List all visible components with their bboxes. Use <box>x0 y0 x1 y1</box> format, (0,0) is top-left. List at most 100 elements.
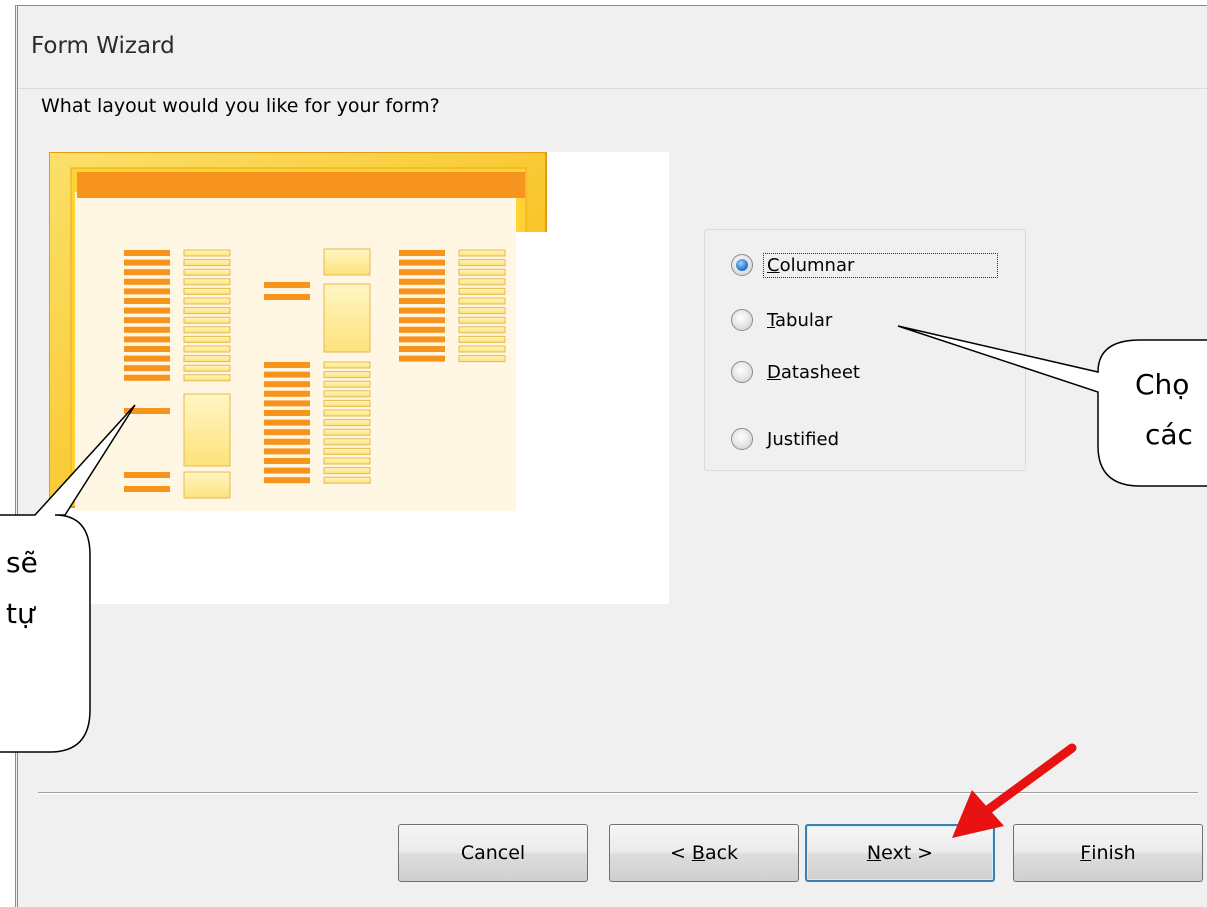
preview-field-shape <box>183 316 231 324</box>
preview-field-shape <box>399 346 445 352</box>
preview-field-shape <box>124 269 170 276</box>
preview-field-shape <box>124 374 170 381</box>
preview-field-shape <box>399 307 445 314</box>
preview-field-shape <box>264 429 310 436</box>
radio-button-justified[interactable] <box>731 428 753 450</box>
preview-field-shape <box>264 477 310 484</box>
radio-label-columnar[interactable]: Columnar <box>763 252 998 278</box>
radio-button-columnar[interactable] <box>731 254 753 276</box>
radio-button-tabular[interactable] <box>731 309 753 331</box>
layout-options-group: Columnar Tabular Datasheet Justified <box>704 229 1026 471</box>
preview-field-shape <box>323 419 371 427</box>
preview-field-shape <box>399 269 445 276</box>
preview-field-shape <box>458 268 506 276</box>
preview-field-shape <box>323 380 371 388</box>
preview-field-shape <box>323 371 371 379</box>
preview-field-shape <box>124 408 170 414</box>
preview-field-shape <box>183 374 231 382</box>
radio-justified[interactable]: Justified <box>731 425 843 453</box>
right-callout-line-1: Chọ <box>1135 368 1190 401</box>
radio-columnar[interactable]: Columnar <box>731 251 998 279</box>
preview-field-shape <box>323 390 371 398</box>
preview-field-shape <box>183 307 231 315</box>
preview-field-shape <box>183 278 231 286</box>
preview-field-shape <box>183 287 231 295</box>
layout-question: What layout would you like for your form… <box>41 95 440 117</box>
preview-field-shape <box>458 297 506 305</box>
preview-field-shape <box>458 345 506 353</box>
preview-field-shape <box>124 365 170 372</box>
preview-field-shape <box>323 361 371 369</box>
preview-field-shape <box>458 355 506 363</box>
preview-field-shape <box>124 250 170 256</box>
preview-field-shape <box>458 335 506 343</box>
preview-field-shape <box>323 447 371 455</box>
preview-field-shape <box>458 326 506 334</box>
preview-field-shape <box>458 259 506 267</box>
preview-field-shape <box>323 409 371 417</box>
preview-field-shape <box>264 371 310 378</box>
footer-separator <box>38 792 1198 794</box>
preview-field-shape <box>264 390 310 397</box>
radio-label-datasheet[interactable]: Datasheet <box>763 360 864 385</box>
preview-field-shape <box>264 438 310 445</box>
preview-field-shape <box>323 399 371 407</box>
preview-field-shape <box>124 486 170 492</box>
preview-field-shape <box>183 364 231 372</box>
layout-preview <box>49 152 669 604</box>
preview-field-shape <box>264 448 310 455</box>
radio-button-datasheet[interactable] <box>731 361 753 383</box>
preview-field-shape <box>124 472 170 478</box>
preview-field-shape <box>183 355 231 363</box>
left-callout-line-2: tự <box>6 597 35 630</box>
preview-field-shape <box>183 471 231 499</box>
preview-field-shape <box>264 400 310 407</box>
dialog-title: Form Wizard <box>31 33 175 59</box>
preview-field-shape <box>124 278 170 285</box>
preview-field-shape <box>323 248 371 276</box>
preview-field-shape <box>183 297 231 305</box>
preview-field-shape <box>124 326 170 333</box>
preview-field-shape <box>399 298 445 304</box>
preview-field-shape <box>458 278 506 286</box>
cancel-button[interactable]: Cancel <box>398 824 588 882</box>
form-wizard-dialog: Form Wizard What layout would you like f… <box>15 5 1207 907</box>
preview-field-shape <box>399 288 445 295</box>
preview-field-shape <box>399 317 445 324</box>
next-button[interactable]: Next > <box>805 824 995 882</box>
back-button[interactable]: < Back <box>609 824 799 882</box>
finish-button[interactable]: Finish <box>1013 824 1203 882</box>
preview-field-shape <box>124 288 170 295</box>
radio-label-tabular[interactable]: Tabular <box>763 308 836 333</box>
preview-field-shape <box>458 287 506 295</box>
preview-field-shape <box>323 467 371 475</box>
preview-field-shape <box>264 467 310 474</box>
preview-field-shape <box>124 307 170 314</box>
preview-field-shape <box>264 282 310 288</box>
preview-field-shape <box>264 362 310 368</box>
columnar-preview-image <box>49 152 669 604</box>
preview-field-shape <box>124 298 170 304</box>
preview-field-shape <box>183 268 231 276</box>
preview-field-shape <box>323 457 371 465</box>
preview-field-shape <box>124 355 170 362</box>
radio-datasheet[interactable]: Datasheet <box>731 358 864 386</box>
preview-field-shape <box>323 438 371 446</box>
radio-tabular[interactable]: Tabular <box>731 306 836 334</box>
radio-label-justified[interactable]: Justified <box>763 427 843 452</box>
preview-field-shape <box>323 428 371 436</box>
preview-field-shape <box>264 458 310 464</box>
preview-field-shape <box>183 393 231 467</box>
preview-field-shape <box>458 316 506 324</box>
preview-field-shape <box>124 336 170 343</box>
preview-field-shape <box>183 326 231 334</box>
preview-field-shape <box>264 419 310 426</box>
preview-field-shape <box>183 249 231 257</box>
preview-field-shape <box>264 410 310 416</box>
preview-field-shape <box>124 259 170 266</box>
preview-field-shape <box>399 355 445 362</box>
preview-field-shape <box>458 307 506 315</box>
preview-field-shape <box>264 294 310 300</box>
preview-field-shape <box>458 249 506 257</box>
preview-field-shape <box>124 317 170 324</box>
